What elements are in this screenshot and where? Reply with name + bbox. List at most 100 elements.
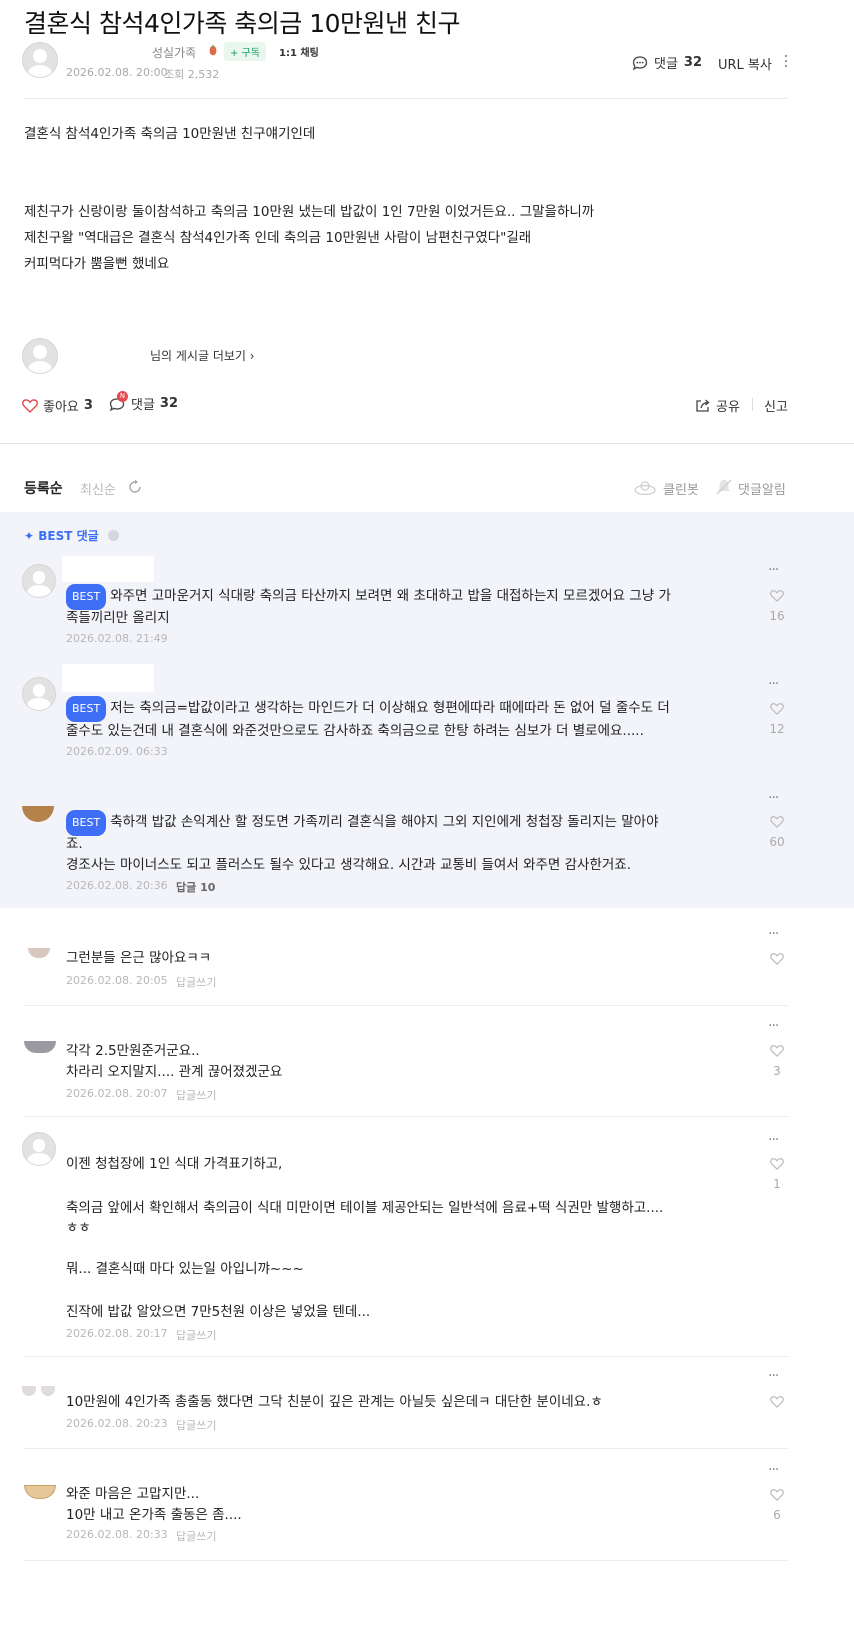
like-label: 좋아요 [43, 400, 79, 415]
reply-button[interactable]: 답글쓰기 [176, 1528, 216, 1544]
comment-text: 뭐... 결혼식때 마다 있는일 아입니꺄~~~ [66, 1261, 304, 1277]
chat-button[interactable]: 1:1 채팅 [279, 44, 319, 59]
comment-more-icon[interactable]: ··· [768, 1462, 779, 1478]
comment-like-icon[interactable] [770, 1395, 784, 1408]
comment-button-label: 댓글 [131, 398, 155, 413]
commenter-avatar[interactable] [24, 1485, 56, 1499]
commenter-name[interactable] [22, 786, 117, 806]
notify-label[interactable]: 댓글알림 [738, 479, 786, 498]
comment-like-icon[interactable] [770, 1044, 784, 1057]
share-label: 공유 [716, 400, 740, 415]
new-badge: N [117, 390, 128, 402]
post-date: 2026.02.08. 20:00 [66, 66, 168, 79]
comment-text: 10만 내고 온가족 출동은 좀.... [66, 1507, 242, 1523]
comment-more-icon[interactable]: ··· [768, 926, 779, 942]
comment-bubble-icon [632, 55, 648, 70]
comment-like-icon[interactable] [770, 1157, 784, 1170]
comment-like-count: 1 [773, 1177, 781, 1191]
commenter-name[interactable] [62, 664, 154, 692]
author-name[interactable]: 성실가족 [152, 44, 196, 61]
divider [752, 398, 753, 411]
cleanbot-label[interactable]: 클린봇 [663, 479, 699, 498]
url-copy-button[interactable]: URL 복사 [718, 54, 772, 73]
comment-date: 2026.02.08. 20:33 [66, 1528, 168, 1541]
reply-button[interactable]: 답글쓰기 [176, 1087, 216, 1103]
comment-text: ㅎㅎ [66, 1220, 91, 1236]
comment-date: 2026.02.08. 20:05 [66, 974, 168, 987]
post-body-line: 결혼식 참석4인가족 축의금 10만원낸 친구얘기인데 [24, 126, 316, 142]
comment-like-count: 60 [769, 835, 785, 849]
comment-count-link[interactable]: 댓글 32 [632, 53, 702, 72]
comment-like-icon[interactable] [770, 589, 784, 602]
commenter-avatar[interactable] [22, 1386, 58, 1398]
comment-text: BEST 축하객 밥값 손익계산 할 정도면 가족끼리 결혼식을 해야지 그외 지… [66, 810, 659, 836]
comment-button[interactable]: N 댓글 32 [108, 390, 178, 413]
comment-text: 족들끼리만 올리지 [66, 610, 170, 626]
comment-text: 축의금 앞에서 확인해서 축의금이 식대 미만이면 테이블 제공안되는 일반석에… [66, 1200, 664, 1216]
comment-text: 10만원에 4인가족 총출동 했다면 그닥 친분이 깊은 관계는 아닐듯 싶은데… [66, 1394, 603, 1410]
cleanbot-icon [634, 481, 656, 495]
info-icon[interactable] [108, 530, 119, 541]
commenter-avatar[interactable] [24, 1041, 56, 1053]
comment-like-icon[interactable] [770, 1488, 784, 1501]
author-avatar-small[interactable] [22, 338, 58, 374]
comment-more-icon[interactable]: ··· [768, 790, 779, 806]
comment-more-icon[interactable]: ··· [768, 1018, 779, 1034]
subscribe-button[interactable]: + 구독 [224, 42, 266, 61]
commenter-name[interactable] [62, 556, 154, 582]
post-title: 결혼식 참석4인가족 축의금 10만원낸 친구 [24, 9, 461, 38]
reply-count[interactable]: 답글 10 [176, 879, 215, 895]
comment-like-count: 16 [769, 609, 785, 623]
reply-button[interactable]: 답글쓰기 [176, 1327, 216, 1343]
comment-like-icon[interactable] [770, 952, 784, 965]
notification-off-icon [716, 479, 732, 495]
comment-like-icon[interactable] [770, 702, 784, 715]
comment-like-count: 6 [773, 1508, 781, 1522]
level-icon [209, 44, 217, 56]
comment-text: 이젠 청첩장에 1인 식대 가격표기하고, [66, 1156, 283, 1172]
divider [0, 443, 854, 444]
divider [24, 1005, 788, 1006]
commenter-avatar[interactable] [22, 564, 56, 598]
divider [24, 1560, 788, 1561]
post-body-line: 제친구왈 "역대급은 결혼식 참석4인가족 인데 축의금 10만원낸 사람이 남… [24, 230, 532, 246]
author-avatar[interactable] [22, 42, 58, 78]
comment-date: 2026.02.08. 20:07 [66, 1087, 168, 1100]
heart-icon [22, 399, 38, 413]
share-button[interactable]: 공유 [695, 396, 740, 415]
comment-more-icon[interactable]: ··· [768, 1132, 779, 1148]
reply-button[interactable]: 답글쓰기 [176, 974, 216, 990]
commenter-avatar[interactable] [28, 948, 50, 958]
best-comments-title: ✦ BEST 댓글 [24, 529, 99, 543]
comment-like-count: 12 [769, 722, 785, 736]
like-count: 3 [83, 398, 93, 413]
report-button[interactable]: 신고 [764, 396, 788, 415]
more-posts-link[interactable]: 님의 게시글 더보기 › [150, 347, 255, 364]
comment-text: 그런분들 은근 많아요ㅋㅋ [66, 950, 212, 966]
comment-more-icon[interactable]: ··· [768, 676, 779, 692]
comment-date: 2026.02.08. 21:49 [66, 632, 168, 645]
comment-more-icon[interactable]: ··· [768, 1368, 779, 1384]
comment-count: 32 [683, 55, 703, 70]
divider [24, 1448, 788, 1449]
comment-icon: N [108, 390, 128, 413]
reply-button[interactable]: 답글쓰기 [176, 1417, 216, 1433]
more-options-icon[interactable] [782, 52, 790, 70]
commenter-avatar[interactable] [22, 1132, 56, 1166]
comment-like-count: 3 [773, 1064, 781, 1078]
post-views: 조회 2,532 [164, 68, 220, 81]
comment-more-icon[interactable]: ··· [768, 562, 779, 578]
share-icon [696, 399, 710, 412]
post-body-line: 제친구가 신랑이랑 둘이참석하고 축의금 10만원 냈는데 밥값이 1인 7만원… [24, 204, 595, 220]
comment-date: 2026.02.08. 20:23 [66, 1417, 168, 1430]
like-button[interactable]: 좋아요 3 [22, 396, 93, 415]
comment-date: 2026.02.08. 20:17 [66, 1327, 168, 1340]
refresh-icon[interactable] [127, 479, 143, 495]
divider [24, 98, 788, 99]
comment-text: 차라리 오지말지.... 관계 끊어졌겠군요 [66, 1064, 283, 1080]
commenter-avatar[interactable] [22, 677, 56, 711]
comment-text: 줄수도 있는건데 내 결혼식에 와준것만으로도 감사하죠 축의금으로 한탕 하려… [66, 723, 644, 739]
sort-latest-tab[interactable]: 최신순 [80, 479, 116, 498]
sort-registered-tab[interactable]: 등록순 [24, 478, 63, 498]
comment-like-icon[interactable] [770, 815, 784, 828]
